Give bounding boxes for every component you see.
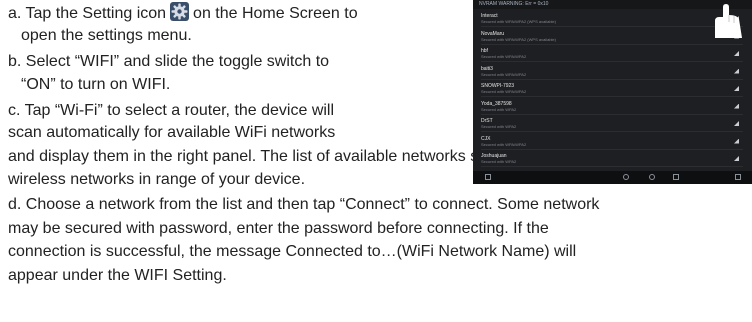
pointing-hand-icon: [715, 4, 742, 38]
instruction-c-line4: wireless networks in range of your devic…: [8, 171, 306, 188]
network-security: Secured with WPA/WPA2: [481, 141, 527, 147]
gear-icon: [170, 2, 190, 21]
network-security: Secured with WPA/WPA2: [481, 89, 527, 94]
network-row[interactable]: Yoda_387598 Secured with WPA2: [481, 100, 743, 115]
network-row[interactable]: NovaMaru Secured with WPA/WPA2 (WPS avail…: [481, 30, 743, 45]
home-icon: [485, 174, 491, 180]
network-row[interactable]: Interact Secured with WPA/WPA2 (WPS avail…: [481, 12, 743, 27]
back-icon: [623, 174, 629, 180]
instruction-b-line1: b. Select “WIFI” and slide the toggle sw…: [8, 53, 330, 70]
network-row[interactable]: SNOWPI-7923 Secured with WPA/WPA2: [481, 82, 743, 97]
network-security: Secured with WPA/WPA2 (WPS available): [481, 36, 556, 42]
network-security: Secured with WPA2: [481, 106, 517, 112]
wifi-signal-icon: [734, 156, 739, 161]
network-row[interactable]: DrST Secured with WPA2: [481, 117, 743, 132]
screenshot-nav-bar: [473, 171, 752, 184]
network-security: Secured with WPA/WPA2: [481, 71, 527, 77]
instruction-a-line2: open the settings menu.: [21, 27, 192, 44]
instruction-c-line1: c. Tap “Wi-Fi” to select a router, the d…: [8, 102, 335, 119]
screenshot-status-text: NVRAM WARNING: Err = 0x10: [479, 1, 549, 7]
home-circle-icon: [649, 174, 655, 180]
network-row[interactable]: Joshuajuan Secured with WPA2: [481, 152, 743, 167]
network-security: Secured with WPA2: [481, 159, 517, 164]
wifi-signal-icon: [734, 86, 739, 91]
network-row[interactable]: CJX Secured with WPA/WPA2: [481, 135, 743, 150]
instruction-d-line2: may be secured with password, enter the …: [8, 220, 549, 237]
instruction-a-text-end: on the Home Screen to: [193, 5, 358, 22]
instruction-a-line1: a. Tap the Setting icon on the Home Scree…: [8, 2, 358, 24]
menu-icon: [735, 174, 741, 180]
network-security: Secured with WPA2: [481, 124, 517, 129]
recent-apps-icon: [673, 174, 679, 180]
instruction-d-line1: d. Choose a network from the list and th…: [8, 196, 600, 213]
instruction-d-line3: connection is successful, the message Co…: [8, 243, 577, 260]
instruction-c-line2: scan automatically for available WiFi ne…: [8, 124, 336, 141]
wifi-signal-icon: [734, 121, 739, 126]
instruction-a-text-start: a. Tap the Setting icon: [8, 5, 167, 22]
network-security: Secured with WPA/WPA2: [481, 54, 527, 59]
wifi-signal-icon: [734, 138, 739, 144]
wifi-signal-icon: [734, 68, 739, 74]
instruction-d-line4: appear under the WIFI Setting.: [8, 267, 227, 284]
wifi-signal-icon: [734, 51, 739, 56]
network-row[interactable]: hbf Secured with WPA/WPA2: [481, 47, 743, 62]
instruction-b-line2: “ON” to turn on WIFI.: [21, 76, 171, 93]
wifi-settings-screenshot: NVRAM WARNING: Err = 0x10 Interact Secure…: [473, 0, 752, 184]
network-security: Secured with WPA/WPA2 (WPS available): [481, 19, 556, 24]
network-row[interactable]: baiti3 Secured with WPA/WPA2: [481, 65, 743, 80]
wifi-signal-icon: [734, 103, 739, 109]
